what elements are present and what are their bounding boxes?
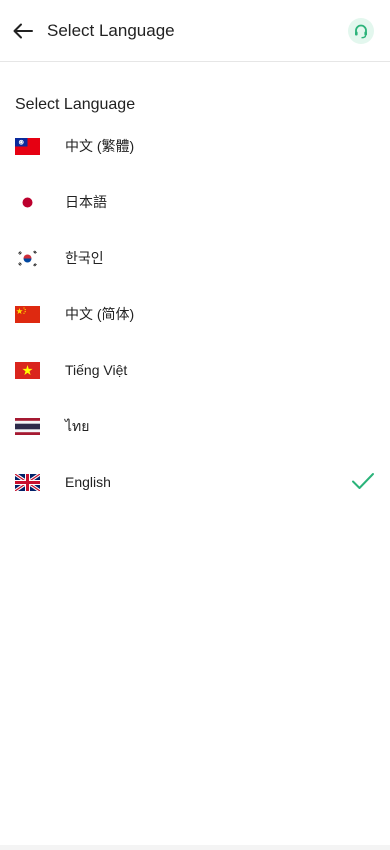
language-label: 中文 (简体) — [65, 306, 135, 322]
language-option-vi[interactable]: Tiếng Việt — [0, 342, 390, 398]
headset-icon — [355, 24, 367, 39]
taiwan-flag-icon — [15, 138, 40, 155]
language-label: ไทย — [65, 418, 90, 434]
language-label: 日本語 — [65, 194, 107, 210]
app-header: Select Language — [0, 0, 390, 62]
language-option-ko[interactable]: 한국인 — [0, 230, 390, 286]
korea-flag-icon — [15, 250, 40, 267]
language-label: English — [65, 474, 111, 490]
japan-flag-icon — [15, 194, 40, 211]
language-option-en[interactable]: English — [0, 454, 390, 510]
bottom-edge — [0, 845, 390, 850]
language-option-zh-hant[interactable]: 中文 (繁體) — [0, 118, 390, 174]
customer-support-button[interactable] — [348, 18, 374, 44]
language-label: 中文 (繁體) — [65, 138, 135, 154]
back-button[interactable] — [10, 19, 36, 43]
language-label: Tiếng Việt — [65, 362, 128, 378]
page-title: Select Language — [47, 21, 175, 40]
language-list: 中文 (繁體) 日本語 한국인 中文 (简体) Tiếng Việt ไทย E… — [0, 118, 390, 510]
section-title: Select Language — [15, 96, 136, 113]
china-flag-icon — [15, 306, 40, 323]
thailand-flag-icon — [15, 418, 40, 435]
vietnam-flag-icon — [15, 362, 40, 379]
language-option-zh-hans[interactable]: 中文 (简体) — [0, 286, 390, 342]
arrow-left-icon — [13, 23, 33, 39]
uk-flag-icon — [15, 474, 40, 491]
language-option-th[interactable]: ไทย — [0, 398, 390, 454]
language-label: 한국인 — [65, 250, 104, 266]
language-option-ja[interactable]: 日本語 — [0, 174, 390, 230]
checkmark-icon — [352, 473, 374, 489]
